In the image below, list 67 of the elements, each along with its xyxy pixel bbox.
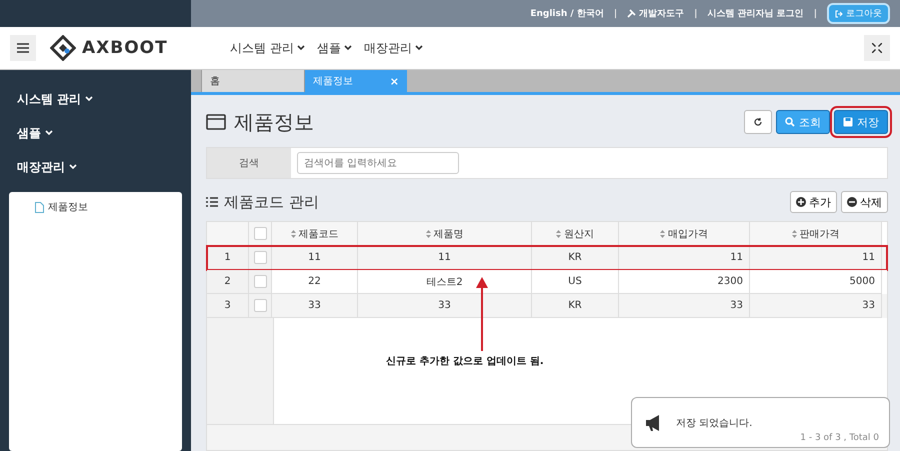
row-checkbox[interactable] [254,275,266,288]
user-login-text: 시스템 관리자님 로그인 [707,8,804,20]
plus-circle-icon [796,197,806,207]
logo-icon [50,35,76,61]
section-title: 제품코드 관리 [224,192,319,212]
save-icon [843,117,853,127]
nav-menu[interactable]: 샘플 [316,40,352,56]
tools-icon [627,9,636,18]
search-field[interactable]: 검색어를 입력하세요 [297,152,459,174]
submenu-item[interactable]: 제품정보 [35,200,182,214]
separator: | [694,8,698,18]
sort-icon [556,230,561,238]
devtools-link[interactable]: 개발자도구 [627,7,684,20]
expand-icon [872,43,882,53]
chevron-down-icon [45,130,53,136]
sidebar-item[interactable]: 시스템 관리 [9,82,182,116]
row-checkbox[interactable] [254,251,266,264]
nav-menu[interactable]: 매장관리 [364,40,423,56]
sort-icon [290,230,296,238]
select-all-checkbox[interactable] [254,227,266,240]
column-header[interactable]: 매입가격 [619,222,750,246]
sidebar-item[interactable]: 매장관리 [9,150,182,184]
column-header[interactable]: 판매가격 [750,222,882,246]
logo-text: AXBOOT [82,38,168,58]
fullscreen-button[interactable] [864,35,890,61]
pagination-info: 1 - 3 of 3 , Total 0 [800,432,879,442]
document-icon [35,202,44,212]
tab[interactable]: 홈 [201,70,304,92]
table-row[interactable]: 1 11 11 KR 11 11 [207,246,887,270]
chevron-down-icon [414,45,423,51]
column-header[interactable]: 제품코드 [272,222,358,246]
refresh-button[interactable] [744,110,772,134]
sort-icon [660,230,665,238]
chevron-down-icon [85,96,94,102]
page-title: 제품정보 [234,108,314,136]
separator: | [614,8,618,18]
window-icon [206,114,226,130]
chevron-down-icon [296,45,305,51]
tab-label: 홈 [210,75,220,88]
chevron-down-icon [69,164,77,170]
sidebar-item[interactable]: 샘플 [9,116,182,150]
refresh-icon [753,117,763,127]
row-number: 2 [207,270,249,294]
logout-icon [835,10,843,18]
delete-button[interactable]: 삭제 [841,191,888,213]
menu-icon [17,43,29,53]
search-label: 검색 [207,148,291,178]
menu-button[interactable] [10,35,36,61]
add-button[interactable]: 추가 [790,191,837,213]
annotation-caption: 신규로 추가한 값으로 업데이트 됨. [386,355,544,368]
devtools-label: 개발자도구 [639,8,684,20]
column-header[interactable]: 제품명 [358,222,532,246]
separator: | [814,8,817,18]
list-icon [206,197,218,207]
search-icon [785,117,795,127]
chevron-down-icon [344,45,352,51]
toast-message: 저장 되었습니다. [676,416,752,430]
column-header[interactable]: 원산지 [532,222,619,246]
sort-icon [426,230,430,238]
table-row[interactable]: 3 33 33 KR 33 33 [207,294,887,318]
sort-icon [792,230,796,238]
row-number: 3 [207,294,249,318]
nav-menu[interactable]: 시스템 관리 [230,40,305,56]
minus-circle-icon [847,197,857,207]
row-checkbox[interactable] [254,299,266,312]
language-link[interactable]: English / 한국어 [530,7,604,20]
tab-label: 제품정보 [313,75,353,88]
